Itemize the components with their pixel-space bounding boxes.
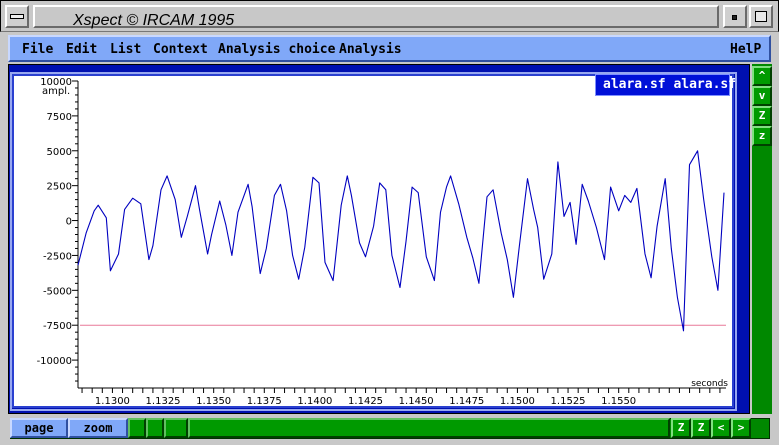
x-axis-label: seconds (691, 379, 728, 389)
menu-file[interactable]: File (22, 42, 53, 57)
waveform-chart[interactable]: 100007500500025000-2500-5000-7500-10000a… (14, 76, 732, 406)
x-tick-label: 1.1550 (601, 396, 636, 406)
x-tick-label: 1.1500 (500, 396, 535, 406)
x-tick-label: 1.1475 (449, 396, 484, 406)
menu-bar: File Edit List Context Analysis choice A… (0, 32, 779, 64)
menu-bar-panel: File Edit List Context Analysis choice A… (8, 35, 771, 62)
x-tick-label: 1.1425 (348, 396, 383, 406)
scroll-down-button[interactable]: v (752, 86, 772, 106)
scroll-right-cap[interactable] (164, 418, 188, 438)
y-tick-label: 7500 (47, 112, 72, 123)
scroll-right-button[interactable]: > (731, 418, 751, 438)
x-tick-label: 1.1525 (551, 396, 586, 406)
minimize-icon (732, 15, 737, 20)
window-menu-button[interactable] (5, 5, 29, 28)
y-tick-label: -2500 (43, 251, 72, 262)
file-tag-label: alara.sf alara.sf (603, 77, 737, 92)
y-tick-label: -5000 (43, 286, 72, 297)
y-axis-label: ampl. (42, 86, 70, 97)
zoom-out-vertical-button[interactable]: z (752, 126, 772, 146)
y-tick-label: -10000 (37, 356, 72, 367)
menu-help[interactable]: HelP (730, 42, 761, 57)
title-bar: Xspect © IRCAM 1995 (0, 0, 779, 32)
maximize-button[interactable] (749, 5, 773, 28)
zoom-button[interactable]: zoom (68, 418, 128, 438)
menu-analysis-choice[interactable]: Analysis choice (218, 42, 335, 57)
x-tick-label: 1.1375 (247, 396, 282, 406)
menu-analysis[interactable]: Analysis (339, 42, 402, 57)
x-tick-label: 1.1400 (297, 396, 332, 406)
file-tag[interactable]: alara.sf alara.sf (595, 74, 736, 96)
zoom-out-horizontal-button[interactable]: Z (691, 418, 711, 438)
x-tick-label: 1.1300 (95, 396, 130, 406)
scroll-up-button[interactable]: ^ (752, 66, 772, 86)
zoom-in-vertical-button[interactable]: Z (752, 106, 772, 126)
window-title: Xspect © IRCAM 1995 (73, 12, 235, 29)
menu-edit[interactable]: Edit (66, 42, 97, 57)
menu-list[interactable]: List (110, 42, 141, 57)
x-tick-label: 1.1325 (146, 396, 181, 406)
minimize-button[interactable] (723, 5, 747, 28)
menu-context[interactable]: Context (153, 42, 208, 57)
horizontal-scroll-track[interactable] (188, 418, 670, 438)
y-tick-label: -7500 (43, 321, 72, 332)
x-tick-label: 1.1450 (399, 396, 434, 406)
scroll-left-button[interactable]: < (711, 418, 731, 438)
page-button[interactable]: page (10, 418, 68, 438)
zoom-in-horizontal-button[interactable]: Z (671, 418, 691, 438)
y-tick-label: 2500 (47, 182, 72, 193)
y-tick-label: 5000 (47, 147, 72, 158)
scroll-left-cap[interactable] (128, 418, 146, 438)
waveform-line (77, 150, 725, 332)
window-menu-icon (10, 14, 24, 19)
title-drag-area[interactable]: Xspect © IRCAM 1995 (33, 5, 719, 29)
maximize-icon (755, 11, 767, 22)
x-tick-label: 1.1350 (196, 396, 231, 406)
y-tick-label: 0 (66, 217, 72, 228)
scroll-thumb[interactable] (146, 418, 164, 438)
